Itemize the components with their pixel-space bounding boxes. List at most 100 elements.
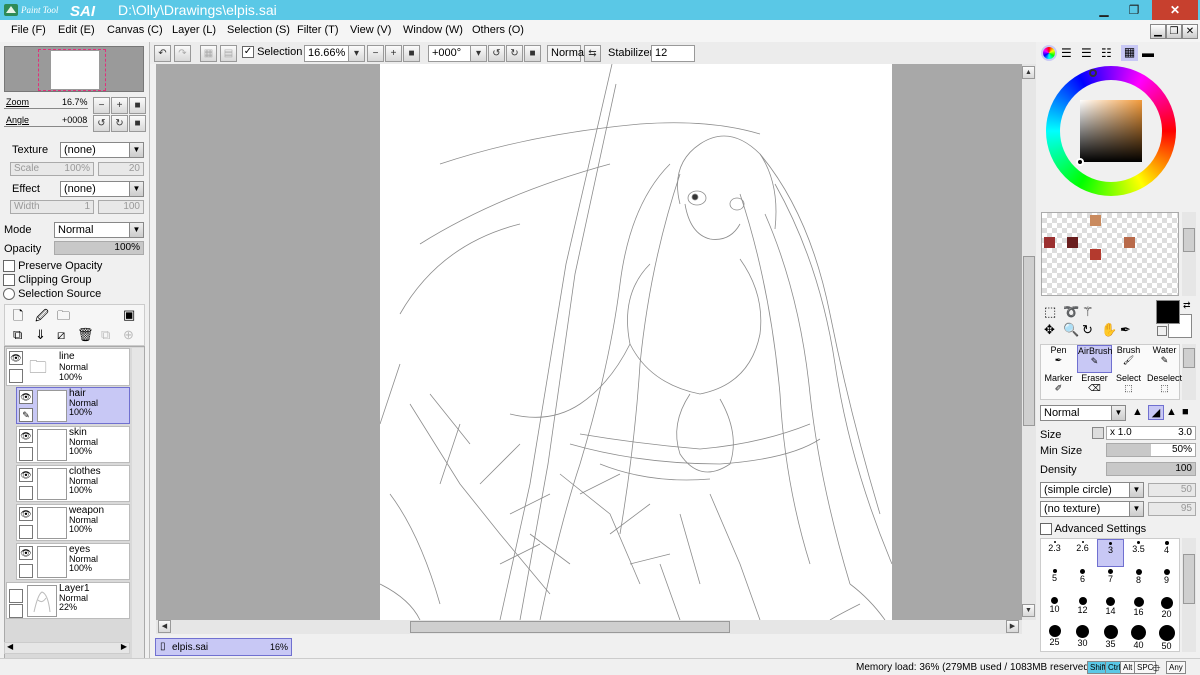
- menu-edit[interactable]: Edit (E): [58, 24, 95, 36]
- brush-size-preset[interactable]: 50: [1153, 623, 1180, 651]
- brush-blend-mode-select[interactable]: Normal ▼: [1040, 405, 1126, 421]
- rotate-left-icon[interactable]: ↺: [488, 45, 505, 62]
- rgb-slider-tab-icon[interactable]: ☰: [1061, 46, 1072, 60]
- drawing-canvas[interactable]: [380, 64, 892, 620]
- intermediate-color-tab-icon[interactable]: ☷: [1101, 46, 1112, 60]
- lock-toggle[interactable]: [19, 525, 33, 539]
- brush-size-preset[interactable]: 35: [1097, 623, 1124, 651]
- scroll-up-icon[interactable]: ▲: [1022, 66, 1035, 79]
- new-linework-layer-icon[interactable]: 🖉: [35, 307, 49, 329]
- brush-size-preset[interactable]: 12: [1069, 595, 1096, 623]
- lasso-icon[interactable]: ➰: [1063, 304, 1079, 320]
- visibility-eye-icon[interactable]: 👁: [19, 429, 33, 443]
- brush-size-preset[interactable]: 20: [1153, 595, 1180, 623]
- zoom-out-icon[interactable]: −: [367, 45, 384, 62]
- primary-color[interactable]: [1156, 300, 1180, 324]
- angle-dropdown-icon[interactable]: ▾: [470, 45, 487, 62]
- visibility-eye-icon[interactable]: 👁: [19, 390, 33, 404]
- swatch-scrollbar[interactable]: [1182, 212, 1196, 296]
- transparent-color-icon[interactable]: [1157, 326, 1167, 336]
- advanced-settings-toggle[interactable]: Advanced Settings: [1040, 523, 1146, 536]
- swatch[interactable]: [1090, 249, 1101, 260]
- zoom-dropdown-icon[interactable]: ▾: [348, 45, 365, 62]
- brush-size-preset[interactable]: 5: [1041, 567, 1068, 595]
- texture-select[interactable]: (none) ▼: [60, 142, 144, 158]
- brush-size-preset[interactable]: 9: [1153, 567, 1180, 595]
- lock-toggle[interactable]: [19, 564, 33, 578]
- trash-icon[interactable]: 🗑: [77, 327, 94, 343]
- layer-folder-line[interactable]: 👁 🗀 line Normal 100%: [6, 348, 130, 386]
- scale-num[interactable]: 20: [98, 162, 144, 176]
- brush-shape-select[interactable]: (simple circle) ▼: [1040, 482, 1144, 498]
- opacity-slider[interactable]: 100%: [54, 241, 144, 255]
- brush-size-preset[interactable]: 7: [1097, 567, 1124, 595]
- lock-toggle[interactable]: [9, 604, 23, 618]
- blend-mode-select[interactable]: Normal ▼: [54, 222, 144, 238]
- brush-size-preset[interactable]: 4: [1153, 539, 1180, 567]
- mdi-minimize-icon[interactable]: ▁: [1150, 24, 1166, 39]
- layer-item-weapon[interactable]: 👁 weapon Normal 100%: [16, 504, 130, 541]
- layer-item-skin[interactable]: 👁 skin Normal 100%: [16, 426, 130, 463]
- width-slider[interactable]: Width 1: [10, 200, 94, 214]
- brush-edge-flat-icon[interactable]: ▲: [1166, 406, 1177, 418]
- brush-texture-num[interactable]: 95: [1148, 502, 1196, 516]
- scroll-down-icon[interactable]: ▼: [1022, 604, 1035, 617]
- visibility-eye-icon[interactable]: 👁: [19, 546, 33, 560]
- width-num[interactable]: 100: [98, 200, 144, 214]
- canvas-viewport[interactable]: [156, 64, 1022, 620]
- swap-colors-icon[interactable]: ⇄: [1183, 300, 1191, 311]
- swatch[interactable]: [1090, 215, 1101, 226]
- brush-edge-hard-icon[interactable]: ▲: [1132, 406, 1143, 418]
- hue-marker[interactable]: [1089, 69, 1097, 77]
- canvas-hscrollbar[interactable]: ◀ ▶: [156, 620, 1022, 634]
- brush-size-preset[interactable]: 6: [1069, 567, 1096, 595]
- swatch-grid[interactable]: [1041, 212, 1179, 296]
- preserve-opacity-checkbox[interactable]: [3, 260, 15, 273]
- min-size-slider[interactable]: 50%: [1106, 443, 1196, 457]
- rotate-reset-icon[interactable]: ■: [524, 45, 541, 62]
- swatch[interactable]: [1124, 237, 1135, 248]
- scroll-left-icon[interactable]: ◀: [158, 620, 171, 633]
- brush-size-preset[interactable]: 3: [1097, 539, 1124, 567]
- scratchpad-tab-icon[interactable]: ▬: [1142, 46, 1154, 60]
- nav-zoom-out-icon[interactable]: −: [93, 97, 110, 114]
- swatches-tab-icon[interactable]: ▦: [1121, 45, 1138, 61]
- new-folder-icon[interactable]: 🗀: [57, 307, 70, 329]
- move-icon[interactable]: ✥: [1044, 322, 1055, 338]
- redo-icon[interactable]: ↷: [174, 45, 191, 62]
- apply-mask-icon[interactable]: ⧉: [101, 327, 110, 343]
- hscroll-thumb[interactable]: [410, 621, 730, 633]
- merge-down-icon[interactable]: ⧄: [57, 327, 65, 343]
- vscroll-thumb[interactable]: [1023, 256, 1035, 426]
- selection-toggle[interactable]: ✓ Selection: [242, 46, 302, 59]
- rect-select-icon[interactable]: ⬚: [1044, 304, 1056, 320]
- invert-selection-icon[interactable]: ▤: [220, 45, 237, 62]
- tool-deselect[interactable]: Deselect ⬚: [1147, 373, 1182, 401]
- brush-size-preset[interactable]: 2.3: [1041, 539, 1068, 567]
- brush-size-preset[interactable]: 10: [1041, 595, 1068, 623]
- undo-icon[interactable]: ↶: [154, 45, 171, 62]
- close-icon[interactable]: ✕: [1152, 0, 1198, 20]
- clipping-group-toggle[interactable]: Clipping Group: [3, 274, 91, 287]
- brush-edge-soft-icon[interactable]: ◢: [1148, 405, 1164, 420]
- flip-view-icon[interactable]: ⇆: [584, 45, 601, 62]
- brush-size-preset[interactable]: 40: [1125, 623, 1152, 651]
- view-mode-select[interactable]: Normal: [547, 45, 586, 62]
- canvas-tab[interactable]: ▯ elpis.sai 16%: [155, 638, 292, 656]
- menu-layer[interactable]: Layer (L): [172, 24, 216, 36]
- nav-rotate-reset-icon[interactable]: ■: [129, 115, 146, 132]
- brush-size-preset[interactable]: 3.5: [1125, 539, 1152, 567]
- layer-item-eyes[interactable]: 👁 eyes Normal 100%: [16, 543, 130, 580]
- nav-rotate-right-icon[interactable]: ↻: [111, 115, 128, 132]
- visibility-eye-icon[interactable]: 👁: [19, 468, 33, 482]
- tool-marker[interactable]: Marker ✐: [1041, 373, 1076, 401]
- brush-size-preset[interactable]: 2.6: [1069, 539, 1096, 567]
- tool-water[interactable]: Water ✎: [1147, 345, 1182, 373]
- tool-scrollbar[interactable]: [1182, 344, 1196, 400]
- transfer-down-icon[interactable]: ⇓: [35, 327, 46, 343]
- hand-tool-icon[interactable]: ✋: [1101, 322, 1117, 338]
- nav-zoom-reset-icon[interactable]: ■: [129, 97, 146, 114]
- clipping-group-checkbox[interactable]: [3, 274, 15, 287]
- color-marker[interactable]: [1076, 158, 1084, 166]
- new-layer-icon[interactable]: 🗋: [13, 307, 23, 329]
